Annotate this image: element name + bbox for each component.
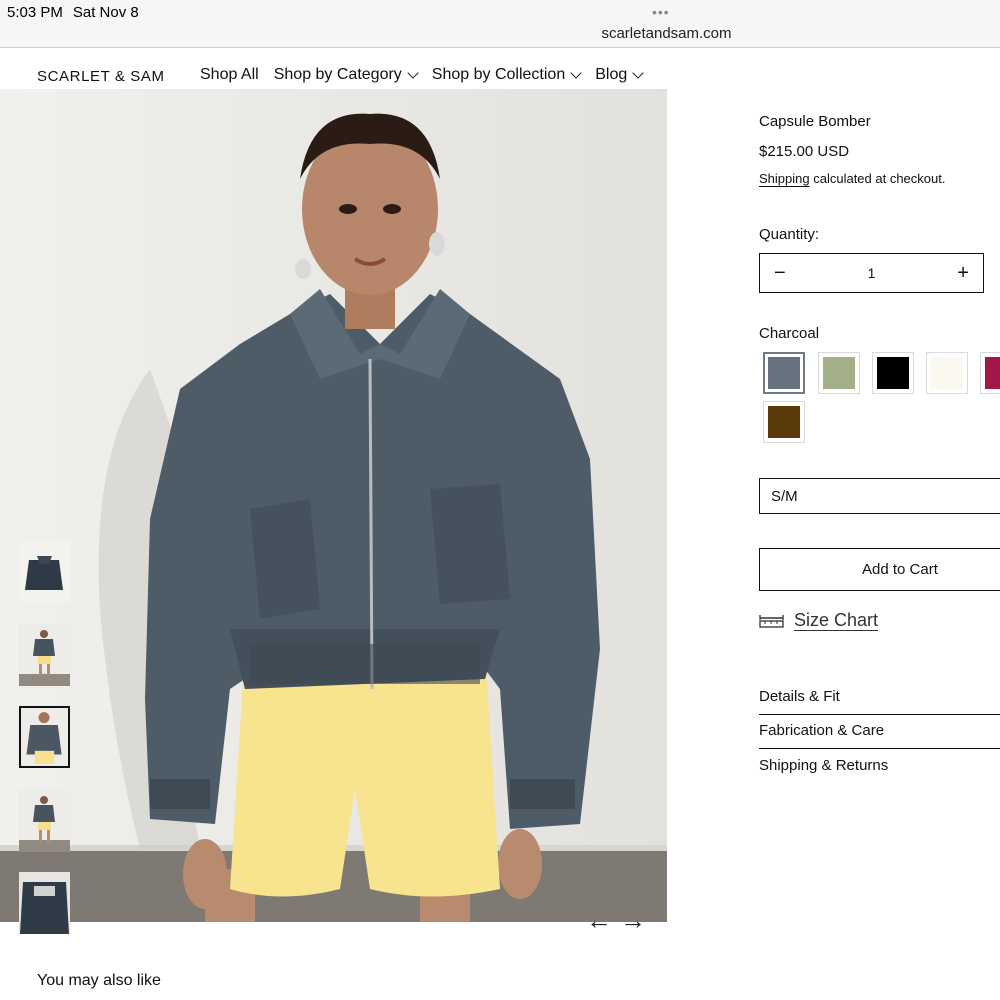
chevron-down-icon [570,67,582,79]
shipping-link[interactable]: Shipping [759,171,810,186]
model-photo [0,89,667,922]
recommendations-heading: You may also like [37,972,161,989]
swatch-color [931,357,963,389]
nav-label: Blog [595,66,628,83]
thumbnail-1[interactable] [19,540,70,602]
nav-shop-by-category[interactable]: Shop by Category [273,66,419,84]
size-select[interactable]: S/M [759,478,1000,514]
quantity-decrease-button[interactable]: − [774,263,786,283]
thumbnail-3-active[interactable] [19,706,70,768]
chevron-down-icon [407,67,419,79]
chevron-down-icon [632,67,644,79]
more-dots-icon[interactable]: ••• [652,4,670,20]
gallery-prev-arrow-icon[interactable]: ← [586,907,612,933]
nav-label: Shop by Category [273,66,402,83]
thumbnail-5[interactable] [19,872,70,934]
gallery-next-arrow-icon[interactable]: → [620,907,646,933]
swatch-color [768,406,800,438]
accordion-fabrication-care[interactable]: Fabrication & Care [759,722,1000,749]
status-date: Sat Nov 8 [72,4,139,21]
nav-label: Shop by Collection [431,66,566,83]
swatch-color [768,357,800,389]
swatch-cream[interactable] [926,352,968,394]
quantity-value[interactable]: 1 [868,265,876,281]
size-chart-link[interactable]: Size Chart [759,610,878,631]
main-nav: Shop All Shop by Category Shop by Collec… [200,66,644,84]
swatch-black[interactable] [872,352,914,394]
add-to-cart-button[interactable]: Add to Cart [759,548,1000,591]
nav-shop-by-collection[interactable]: Shop by Collection [431,66,582,84]
status-clock: 5:03 PM Sat Nov 8 [7,4,139,21]
ruler-icon [759,614,784,628]
quantity-stepper: − 1 + [759,253,984,293]
quantity-label: Quantity: [759,226,820,243]
product-title: Capsule Bomber [759,113,871,130]
shipping-note-text: calculated at checkout. [809,171,946,186]
swatch-berry[interactable] [980,352,1000,394]
nav-shop-all[interactable]: Shop All [200,66,259,84]
swatch-color [877,357,909,389]
product-main-image[interactable] [0,89,667,922]
swatch-color [823,357,855,389]
swatch-brown[interactable] [763,401,805,443]
nav-label: Shop All [200,66,259,83]
nav-blog[interactable]: Blog [595,66,644,84]
thumbnail-2[interactable] [19,624,70,686]
browser-status-bar: 5:03 PM Sat Nov 8 ••• scarletandsam.com [0,0,1000,48]
size-chart-label: Size Chart [794,610,879,630]
quantity-increase-button[interactable]: + [957,263,969,283]
selected-color-label: Charcoal [759,325,820,342]
shipping-note: Shipping calculated at checkout. [759,171,945,186]
thumbnail-4[interactable] [19,790,70,852]
product-price: $215.00 USD [759,143,850,160]
site-logo[interactable]: SCARLET & SAM [37,68,165,85]
swatch-sage[interactable] [818,352,860,394]
accordion-shipping-returns[interactable]: Shipping & Returns [759,757,1000,774]
swatch-charcoal[interactable] [763,352,805,394]
swatch-color [985,357,1000,389]
address-bar-url[interactable]: scarletandsam.com [0,25,1000,42]
accordion-details-fit[interactable]: Details & Fit [759,688,1000,715]
status-time: 5:03 PM [7,4,63,21]
